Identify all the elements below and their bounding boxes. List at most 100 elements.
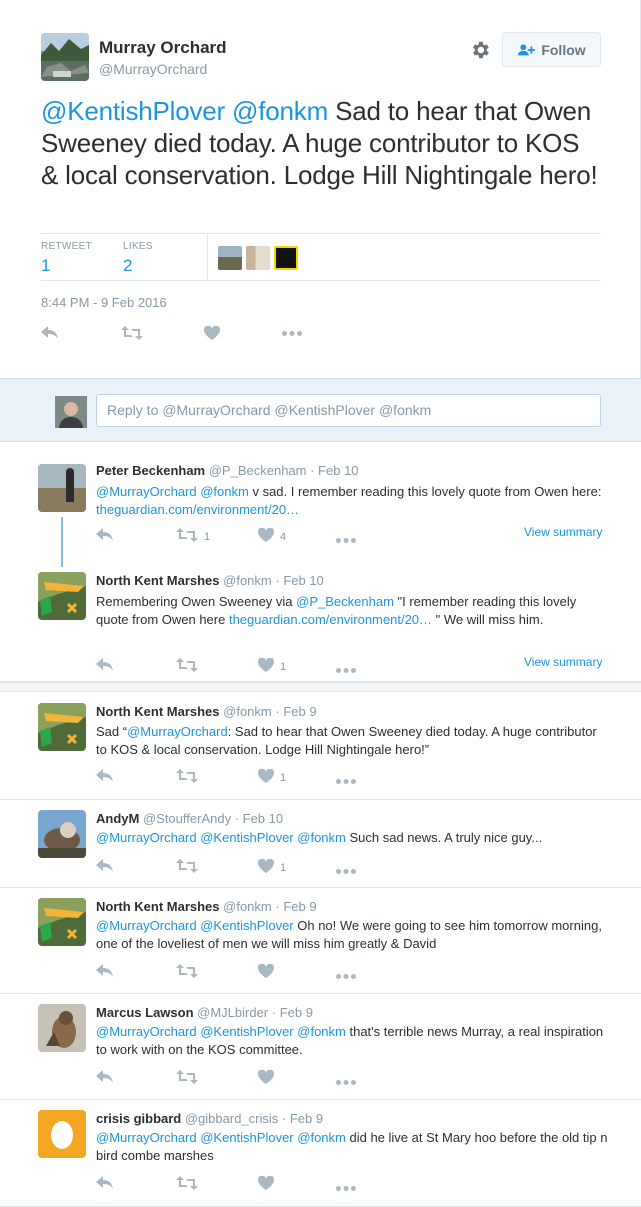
reply-date[interactable]: Feb 9 <box>283 899 316 914</box>
reply-button[interactable] <box>96 658 114 675</box>
reply-button[interactable] <box>41 326 59 340</box>
retweet-button[interactable] <box>121 326 143 340</box>
liker-avatar[interactable] <box>246 246 270 270</box>
reply-tweet[interactable]: North Kent Marshes @fonkm · Feb 9 @Murray… <box>0 888 641 994</box>
reply-tweet[interactable]: Marcus Lawson @MJLbirder · Feb 9 @MurrayO… <box>0 994 641 1100</box>
mention-link[interactable]: @MurrayOrchard <box>96 1024 197 1039</box>
reply-date[interactable]: Feb 10 <box>283 573 323 588</box>
reply-button[interactable] <box>96 1070 114 1087</box>
mention-link[interactable]: @KentishPlover <box>200 1024 293 1039</box>
likes-stat[interactable]: LIKES 2 <box>123 241 153 276</box>
reply-date[interactable]: Feb 9 <box>290 1111 323 1126</box>
retweet-button[interactable] <box>176 658 198 675</box>
reply-author-handle[interactable]: @gibbard_crisis <box>181 1111 278 1126</box>
retweet-button[interactable] <box>176 964 198 981</box>
view-summary-link[interactable]: View summary <box>524 525 602 539</box>
retweet-stat[interactable]: RETWEET 1 <box>41 241 92 276</box>
reply-tweet[interactable]: crisis gibbard @gibbard_crisis · Feb 9 @M… <box>0 1100 641 1207</box>
reply-author-handle[interactable]: @fonkm <box>220 899 272 914</box>
reply-date[interactable]: Feb 10 <box>243 811 283 826</box>
reply-author-name[interactable]: North Kent Marshes <box>96 899 220 914</box>
likes-count[interactable]: 2 <box>123 256 153 276</box>
retweet-button[interactable] <box>176 769 198 786</box>
mention-link[interactable]: @fonkm <box>232 96 328 126</box>
retweet-button[interactable] <box>176 859 198 876</box>
mention-link[interactable]: @fonkm <box>200 484 249 499</box>
mention-link[interactable]: @MurrayOrchard <box>96 918 197 933</box>
more-button[interactable] <box>336 775 356 787</box>
reply-author-name[interactable]: North Kent Marshes <box>96 573 220 588</box>
reply-avatar[interactable] <box>38 703 86 751</box>
reply-avatar[interactable] <box>38 898 86 946</box>
more-button[interactable] <box>336 1182 356 1194</box>
like-button[interactable] <box>257 1175 275 1193</box>
url-link[interactable]: theguardian.com/environment/20… <box>229 612 432 627</box>
like-button[interactable]: 1 <box>257 858 286 876</box>
tweet-timestamp[interactable]: 8:44 PM - 9 Feb 2016 <box>41 295 167 310</box>
more-button[interactable] <box>336 970 356 982</box>
mention-link[interactable]: @KentishPlover <box>200 1130 293 1145</box>
view-summary-link[interactable]: View summary <box>524 655 602 669</box>
mention-link[interactable]: @KentishPlover <box>200 918 293 933</box>
reply-button[interactable] <box>96 859 114 876</box>
reply-button[interactable] <box>96 1176 114 1193</box>
mention-link[interactable]: @MurrayOrchard <box>96 484 197 499</box>
mention-link[interactable]: @KentishPlover <box>200 830 293 845</box>
mention-link[interactable]: @fonkm <box>297 1024 346 1039</box>
like-button[interactable] <box>257 1069 275 1087</box>
reply-avatar[interactable] <box>38 1004 86 1052</box>
like-button[interactable] <box>257 963 275 981</box>
reply-author-handle[interactable]: @StoufferAndy <box>139 811 231 826</box>
reply-author-handle[interactable]: @P_Beckenham <box>205 463 307 478</box>
retweet-button[interactable] <box>176 1176 198 1193</box>
more-button[interactable] <box>336 865 356 877</box>
reply-avatar[interactable] <box>38 810 86 858</box>
liker-avatar[interactable] <box>218 246 242 270</box>
reply-button[interactable] <box>96 964 114 981</box>
author-name[interactable]: Murray Orchard <box>99 38 227 58</box>
mention-link[interactable]: @P_Beckenham <box>296 594 394 609</box>
like-button[interactable]: 1 <box>257 768 286 786</box>
reply-author-name[interactable]: crisis gibbard <box>96 1111 181 1126</box>
like-button[interactable] <box>204 326 220 340</box>
reply-tweet[interactable]: North Kent Marshes @fonkm · Feb 10 Rememb… <box>0 562 641 682</box>
reply-author-handle[interactable]: @fonkm <box>220 573 272 588</box>
like-button[interactable]: 4 <box>257 527 286 545</box>
mention-link[interactable]: @MurrayOrchard <box>96 830 197 845</box>
reply-button[interactable] <box>96 769 114 786</box>
reply-author-name[interactable]: Peter Beckenham <box>96 463 205 478</box>
author-handle[interactable]: @MurrayOrchard <box>99 61 207 77</box>
liker-avatar[interactable] <box>274 246 298 270</box>
reply-date[interactable]: Feb 9 <box>280 1005 313 1020</box>
like-button[interactable]: 1 <box>257 657 286 675</box>
reply-input[interactable]: Reply to @MurrayOrchard @KentishPlover @… <box>96 394 601 427</box>
reply-author-name[interactable]: AndyM <box>96 811 139 826</box>
retweet-button[interactable]: 1 <box>176 528 210 545</box>
author-avatar[interactable] <box>41 33 89 81</box>
retweet-count[interactable]: 1 <box>41 256 92 276</box>
reply-author-handle[interactable]: @MJLbirder <box>194 1005 268 1020</box>
reply-date[interactable]: Feb 9 <box>283 704 316 719</box>
mention-link[interactable]: @KentishPlover <box>41 96 225 126</box>
reply-avatar[interactable] <box>38 1110 86 1158</box>
mention-link[interactable]: @fonkm <box>297 830 346 845</box>
reply-tweet[interactable]: AndyM @StoufferAndy · Feb 10 @MurrayOrcha… <box>0 800 641 888</box>
reply-avatar[interactable] <box>38 572 86 620</box>
reply-author-name[interactable]: Marcus Lawson <box>96 1005 194 1020</box>
reply-author-name[interactable]: North Kent Marshes <box>96 704 220 719</box>
mention-link[interactable]: @fonkm <box>297 1130 346 1145</box>
mention-link[interactable]: @MurrayOrchard <box>96 1130 197 1145</box>
reply-tweet[interactable]: North Kent Marshes @fonkm · Feb 9 Sad “@M… <box>0 693 641 800</box>
gear-icon[interactable] <box>469 39 491 61</box>
follow-button[interactable]: Follow <box>502 32 601 67</box>
reply-tweet[interactable]: Peter Beckenham @P_Beckenham · Feb 10 @Mu… <box>0 452 641 562</box>
more-button[interactable] <box>336 664 356 676</box>
more-button[interactable] <box>282 331 302 336</box>
retweet-button[interactable] <box>176 1070 198 1087</box>
reply-author-handle[interactable]: @fonkm <box>220 704 272 719</box>
more-button[interactable] <box>336 534 356 546</box>
url-link[interactable]: theguardian.com/environment/20… <box>96 502 299 517</box>
reply-button[interactable] <box>96 528 114 545</box>
mention-link[interactable]: @MurrayOrchard <box>127 724 228 739</box>
reply-avatar[interactable] <box>38 464 86 512</box>
